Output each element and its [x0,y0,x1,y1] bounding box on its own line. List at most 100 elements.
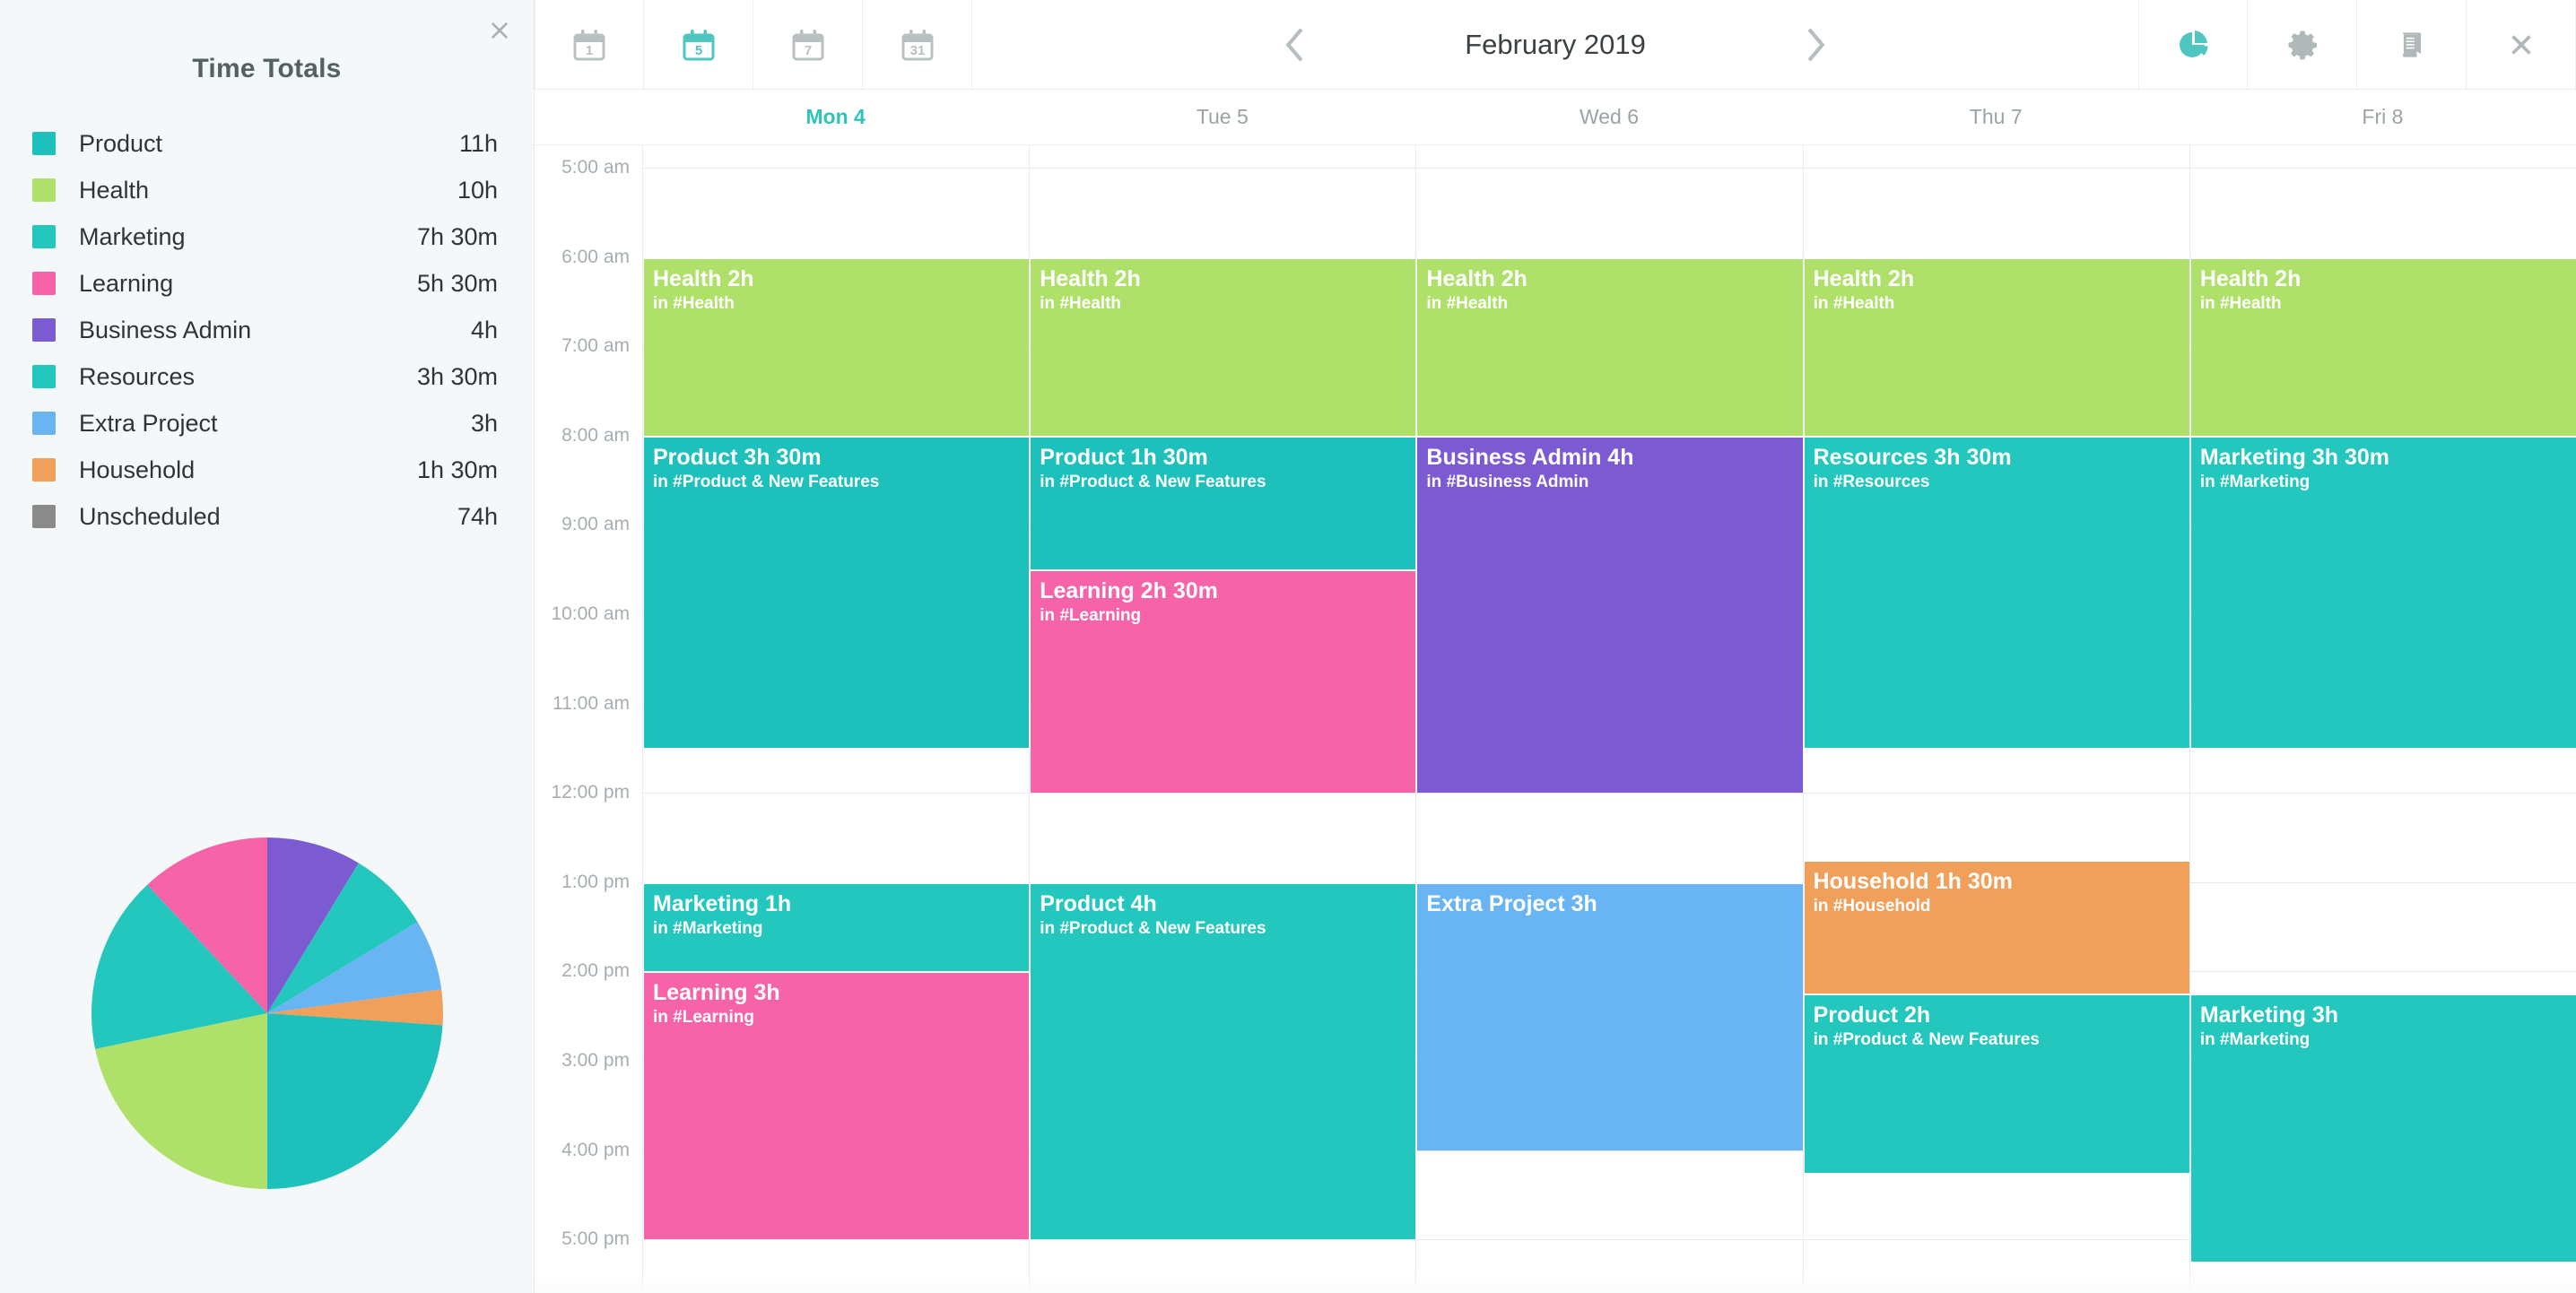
day-header-3[interactable]: Thu 7 [1803,90,2189,144]
calendar-1-icon: 1 [573,29,605,60]
event-subtitle: in #Marketing [653,918,763,938]
time-label: 5:00 am [561,156,630,178]
time-totals-list: Product 11h Health 10h Marketing 7h 30m Learni… [0,120,534,540]
time-total-value: 10h [457,176,498,204]
event-subtitle: in #Learning [1040,606,1142,626]
calendar-event[interactable]: Product 2h in #Product & New Features [1804,994,2189,1173]
calendar-event[interactable]: Product 4h in #Product & New Features [1031,881,1416,1240]
day-column-0[interactable]: Health 2h in #Health Product 3h 30m in #Pro… [642,145,1030,1293]
time-total-label: Marketing [79,222,186,250]
time-total-label: Health [79,176,150,204]
hour-gridline [1416,167,1803,169]
calendar-event[interactable]: Health 2h in #Health [1031,256,1416,436]
hour-gridline [1030,167,1416,169]
calendar-icon-wrap: 5 [679,25,718,65]
pie-slice[interactable] [266,1013,443,1189]
next-month-button[interactable] [1788,18,1842,72]
chevron-right-icon [1807,27,1825,62]
calendar-event[interactable]: Health 2h in #Health [1804,256,2189,436]
event-subtitle: in #Product & New Features [1813,1030,2040,1050]
time-total-value: 4h [470,316,498,343]
event-subtitle: in #Product & New Features [1040,918,1266,938]
event-title: Resources 3h 30m [1813,444,2012,470]
5-day-view-button[interactable]: 5 [644,0,753,89]
calendar-event[interactable]: Learning 3h in #Learning [644,971,1030,1240]
hour-gridline [643,1239,1030,1241]
calendar-event[interactable]: Learning 2h 30m in #Learning [1031,569,1416,794]
calendar-event[interactable]: Marketing 3h in #Marketing [2190,994,2576,1263]
day-header-4[interactable]: Fri 8 [2189,90,2576,144]
event-title: Extra Project 3h [1426,890,1597,916]
calendar-5-icon: 5 [683,29,714,60]
time-total-row[interactable]: Business Admin 4h [32,307,498,353]
calendar-icon-wrap: 7 [788,25,828,65]
day-header-2[interactable]: Wed 6 [1415,90,1802,144]
color-swatch [32,505,56,528]
calendar-event[interactable]: Health 2h in #Health [2190,256,2576,436]
time-total-row[interactable]: Resources 3h 30m [32,353,498,400]
day-view-button[interactable]: 1 [535,0,644,89]
calendar-event[interactable]: Product 3h 30m in #Product & New Features [644,435,1030,749]
event-subtitle: in #Product & New Features [1040,472,1266,491]
event-subtitle: in #Marketing [2199,472,2311,491]
chevron-left-icon [1285,27,1303,62]
day-column-1[interactable]: Health 2h in #Health Product 1h 30m in #Pro… [1029,145,1416,1293]
gear-button[interactable] [2248,0,2357,89]
day-header-1[interactable]: Tue 5 [1029,90,1415,144]
color-swatch [32,272,56,295]
day-header-gutter [535,90,642,144]
stats-button[interactable] [2138,0,2248,89]
time-label: 2:00 pm [561,960,630,982]
color-swatch [32,132,56,155]
event-subtitle: in #Health [1426,293,1509,313]
calendar-event[interactable]: Business Admin 4h in #Business Admin [1417,435,1803,794]
calendar-event[interactable]: Resources 3h 30m in #Resources [1804,435,2189,749]
sidebar-close-button[interactable] [480,11,519,50]
log-button[interactable] [2357,0,2467,89]
calendar-grid[interactable]: 5:00 am 6:00 am 7:00 am 8:00 am 9:00 am 10:00… [535,145,2576,1293]
svg-text:5: 5 [694,43,701,58]
color-swatch [32,365,56,388]
week-view-button[interactable]: 7 [753,0,863,89]
month-view-button[interactable]: 31 [863,0,972,89]
time-total-row[interactable]: Health 10h [32,167,498,213]
svg-text:1: 1 [586,43,593,58]
time-total-value: 11h [458,129,498,157]
hour-gridline [643,167,1030,169]
event-title: Health 2h [1813,265,1915,291]
calendar-event[interactable]: Marketing 1h in #Marketing [644,881,1030,972]
day-column-4[interactable]: Health 2h in #Health Marketing 3h 30m in #M… [2189,145,2576,1293]
time-total-row[interactable]: Learning 5h 30m [32,260,498,307]
time-total-value: 3h [470,409,498,437]
event-subtitle: in #Learning [653,1008,754,1028]
time-label: 9:00 am [561,514,630,535]
time-label: 11:00 am [553,692,630,714]
time-total-row[interactable]: Household 1h 30m [32,447,498,493]
hour-gridline [1030,1239,1416,1241]
time-axis: 5:00 am 6:00 am 7:00 am 8:00 am 9:00 am 10:00… [535,145,642,1293]
calendar-event[interactable]: Health 2h in #Health [644,256,1030,436]
calendar-event[interactable]: Extra Project 3h [1417,881,1803,1150]
day-column-3[interactable]: Health 2h in #Health Resources 3h 30m in #R… [1802,145,2189,1293]
day-header-cells: Mon 4 Tue 5 Wed 6 Thu 7 Fri 8 [642,90,2576,144]
close-button[interactable] [2467,0,2576,89]
calendar-toolbar: 1 5 7 31 February 2019 [535,0,2576,90]
hour-gridline [2189,881,2576,883]
prev-month-button[interactable] [1268,18,1322,72]
time-total-row[interactable]: Unscheduled 74h [32,493,498,540]
day-header-0[interactable]: Mon 4 [642,90,1029,144]
event-subtitle: in #Business Admin [1426,472,1589,491]
calendar-event[interactable]: Marketing 3h 30m in #Marketing [2190,435,2576,749]
day-column-2[interactable]: Health 2h in #Health Business Admin 4h in #… [1415,145,1803,1293]
gear-icon [2288,30,2317,59]
time-total-row[interactable]: Product 11h [32,120,498,167]
calendar-31-icon: 31 [901,29,933,60]
time-total-label: Extra Project [79,409,218,437]
calendar-event[interactable]: Product 1h 30m in #Product & New Features [1031,435,1416,570]
day-columns: Health 2h in #Health Product 3h 30m in #Pro… [642,145,2576,1293]
time-total-row[interactable]: Extra Project 3h [32,400,498,447]
log-icon [2402,31,2421,57]
calendar-event[interactable]: Household 1h 30m in #Household [1804,859,2189,994]
time-total-row[interactable]: Marketing 7h 30m [32,213,498,260]
calendar-event[interactable]: Health 2h in #Health [1417,256,1803,436]
